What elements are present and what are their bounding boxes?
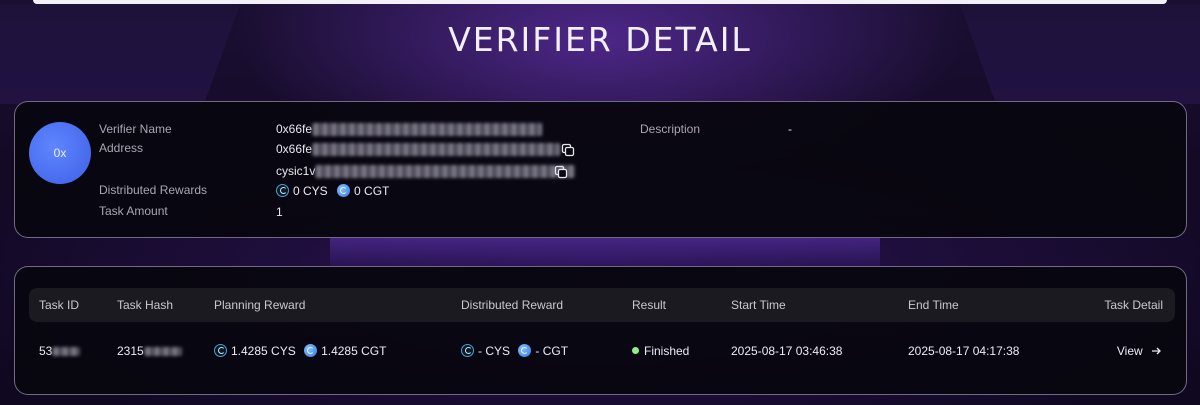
verifier-name-prefix: 0x66fe	[276, 122, 313, 136]
distributed-reward-cell: - CYS - CGT	[461, 344, 568, 358]
page-title: VERIFIER DETAIL	[448, 20, 752, 59]
result-cell: Finished	[632, 344, 689, 358]
cys-coin-icon	[214, 344, 227, 357]
redacted-text	[315, 165, 576, 179]
task-hash-prefix: 2315	[117, 344, 144, 358]
verifier-name-value: 0x66fe	[276, 122, 543, 137]
redacted-text	[312, 123, 543, 137]
copy-icon[interactable]	[554, 165, 568, 179]
reward-cgt: 0 CGT	[354, 184, 390, 198]
view-label: View	[1116, 344, 1143, 358]
task-amount-label: Task Amount	[99, 204, 168, 218]
avatar: 0x	[29, 122, 91, 184]
redacted-text	[312, 143, 561, 157]
bg-decor-stripe	[330, 238, 880, 266]
col-planning-reward: Planning Reward	[214, 298, 306, 312]
address-prefix: 0x66fe	[276, 142, 313, 156]
task-hash-cell: 2315	[117, 344, 182, 358]
dist-cys: - CYS	[478, 344, 511, 358]
table-header: Task ID Task Hash Planning Reward Distri…	[29, 288, 1175, 322]
redacted-text	[143, 347, 182, 357]
view-link[interactable]: View	[1117, 344, 1162, 358]
end-time-cell: 2025-08-17 04:17:38	[908, 344, 1020, 358]
task-id-prefix: 53	[39, 344, 53, 358]
col-result: Result	[632, 298, 667, 312]
reward-cys: 0 CYS	[293, 184, 328, 198]
cgt-coin-icon	[304, 344, 318, 357]
redacted-text	[52, 347, 81, 357]
planning-cys: 1.4285 CYS	[231, 344, 296, 358]
copy-icon[interactable]	[561, 143, 575, 157]
planning-cgt: 1.4285 CGT	[321, 344, 387, 358]
col-task-detail: Task Detail	[1104, 298, 1163, 312]
cgt-coin-icon	[337, 184, 351, 197]
arrow-right-icon	[1152, 347, 1161, 355]
cys-coin-icon	[461, 344, 474, 357]
cys-coin-icon	[276, 184, 289, 197]
cgt-coin-icon	[518, 344, 532, 357]
description-value: -	[788, 122, 792, 136]
verifier-name-label: Verifier Name	[99, 122, 172, 136]
task-amount-value: 1	[276, 205, 283, 219]
description-label: Description	[640, 122, 701, 136]
address2-value: cysic1v	[276, 164, 576, 179]
col-distributed-reward: Distributed Reward	[461, 298, 564, 312]
address-label: Address	[99, 141, 144, 155]
col-start-time: Start Time	[731, 298, 786, 312]
distributed-rewards-label: Distributed Rewards	[99, 183, 208, 197]
top-bar	[33, 0, 1167, 4]
planning-reward-cell: 1.4285 CYS 1.4285 CGT	[214, 344, 386, 358]
verifier-info-card: 0x Verifier Name Address Distributed Rew…	[14, 101, 1187, 238]
dist-cgt: - CGT	[535, 344, 569, 358]
col-task-id: Task ID	[39, 298, 80, 312]
tasks-table-card: Task ID Task Hash Planning Reward Distri…	[14, 266, 1187, 395]
address-value: 0x66fe	[276, 142, 561, 157]
distributed-rewards-value: 0 CYS 0 CGT	[276, 184, 389, 198]
col-task-hash: Task Hash	[117, 298, 174, 312]
start-time-cell: 2025-08-17 03:46:38	[731, 344, 843, 358]
task-id-cell: 53	[39, 344, 81, 358]
address2-prefix: cysic1v	[276, 164, 316, 178]
avatar-text: 0x	[53, 146, 67, 160]
status-dot-icon	[632, 347, 639, 354]
col-end-time: End Time	[908, 298, 959, 312]
status-badge: Finished	[644, 344, 690, 358]
